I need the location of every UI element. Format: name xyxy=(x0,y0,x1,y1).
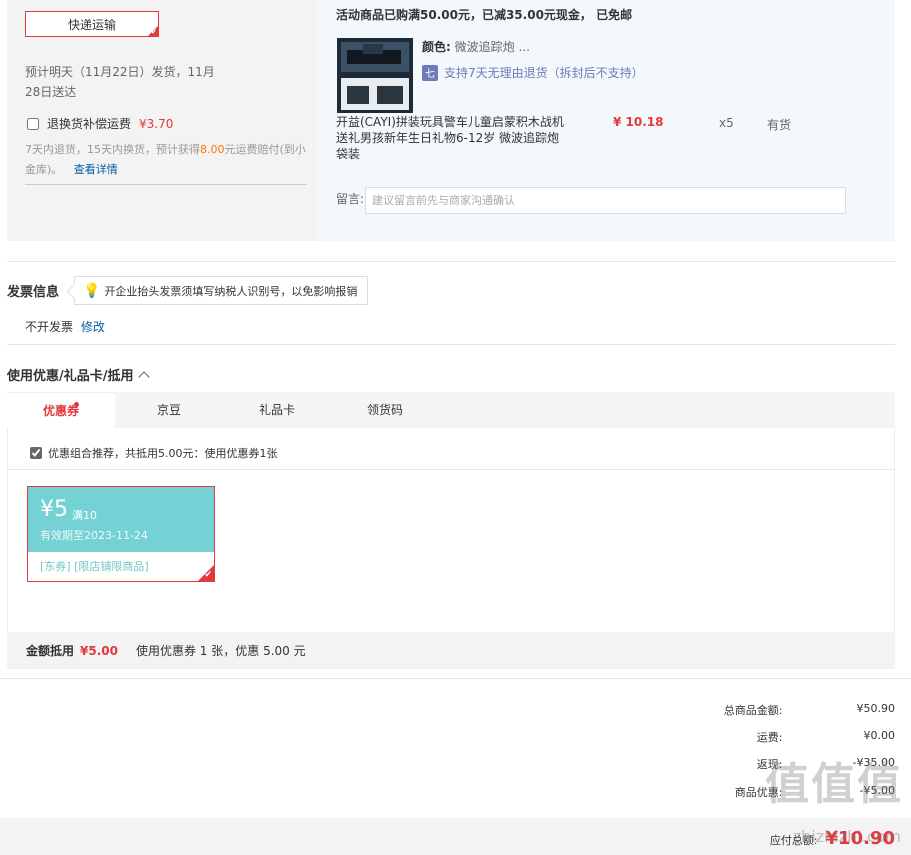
tab-gift-card-label: 礼品卡 xyxy=(258,403,295,417)
details-link[interactable]: 查看详情 xyxy=(74,163,118,176)
return-insurance-note: 7天内退货，15天内换货，预计获得8.00元运费赔付(到小金库)。 查看详情 xyxy=(25,140,310,180)
invoice-edit-link[interactable]: 修改 xyxy=(81,320,105,334)
delivery-eta: 预计明天（11月22日）发货，11月28日送达 xyxy=(25,65,215,99)
combo-recommend-text: 优惠组合推荐，共抵用5.00元：使用优惠券1张 xyxy=(48,447,278,460)
total-label: 商品优惠: xyxy=(734,786,783,799)
product-image xyxy=(337,38,413,113)
return-policy: 七 支持7天无理由退货（拆封后不支持） xyxy=(422,64,644,81)
check-icon: ✔ xyxy=(151,28,157,36)
total-label: 总商品金额: xyxy=(723,704,783,717)
product-color: 颜色: 微波追踪炮 ... xyxy=(422,38,530,55)
promo-text: 活动商品已购满50.00元，已减35.00元现金， 已免邮 xyxy=(336,8,633,22)
invoice-status-text: 不开发票 xyxy=(25,320,74,334)
total-row-shipping: 运费: ¥0.00 xyxy=(595,729,895,749)
coupon-card[interactable]: ¥5 满10 有效期至2023-11-24 [东券] [限店铺限商品] ✔ xyxy=(27,486,215,582)
discount-label: 金额抵用 xyxy=(26,644,75,658)
tab-coupon[interactable]: 优惠券 xyxy=(7,392,115,428)
total-value: ¥0.00 xyxy=(863,729,896,742)
return-insurance-price: ¥3.70 xyxy=(139,116,174,131)
divider xyxy=(7,344,895,345)
combo-recommend-option[interactable]: 优惠组合推荐，共抵用5.00元：使用优惠券1张 xyxy=(30,445,278,461)
return-note-prefix: 7天内退货，15天内换货，预计获得 xyxy=(25,143,200,156)
combo-recommend-checkbox[interactable] xyxy=(30,447,42,459)
shipping-method-button[interactable]: 快递运输 ✔ xyxy=(25,11,159,37)
return-insurance-option[interactable]: 退换货补偿运费 ¥3.70 xyxy=(27,115,173,132)
coupon-tags: [东券] [限店铺限商品] xyxy=(40,560,149,573)
coupon-section-toggle[interactable]: 使用优惠/礼品卡/抵用 xyxy=(7,365,150,384)
return-insurance-label: 退换货补偿运费 xyxy=(47,117,132,131)
discount-summary-amount: 金额抵用 ¥5.00 xyxy=(26,642,118,659)
invoice-title: 发票信息 xyxy=(7,285,60,300)
discount-value: ¥5.00 xyxy=(80,644,118,658)
notification-dot xyxy=(74,402,79,407)
tab-gift-card[interactable]: 礼品卡 xyxy=(223,392,331,428)
divider xyxy=(7,469,895,470)
color-label: 颜色: xyxy=(422,40,451,54)
tab-redeem-code-label: 领货码 xyxy=(366,403,403,417)
product-thumbnail[interactable] xyxy=(337,38,413,113)
invoice-tip: 💡 开企业抬头发票须填写纳税人识别号，以免影响报销 xyxy=(74,276,368,305)
total-value: ¥50.90 xyxy=(856,702,896,715)
message-label: 留言: xyxy=(336,192,365,206)
shipping-method-label: 快递运输 xyxy=(67,17,116,32)
product-quantity: x5 xyxy=(719,116,734,130)
coupon-amount: ¥5 xyxy=(40,497,68,522)
invoice-status: 不开发票 修改 xyxy=(25,318,105,335)
tab-redeem-code[interactable]: 领货码 xyxy=(331,392,439,428)
total-label: 返现: xyxy=(756,758,783,771)
divider xyxy=(7,261,895,262)
watermark-logo: 值值值 xyxy=(765,759,903,810)
coupon-section-title: 使用优惠/礼品卡/抵用 xyxy=(7,369,134,384)
divider xyxy=(0,678,911,679)
total-label: 运费: xyxy=(756,731,783,744)
return-insurance-checkbox[interactable] xyxy=(27,117,39,130)
coupon-card-header: ¥5 满10 有效期至2023-11-24 xyxy=(28,487,214,552)
total-row-goods: 总商品金额: ¥50.90 xyxy=(595,702,895,722)
check-icon: ✔ xyxy=(204,570,212,580)
seven-day-return-icon: 七 xyxy=(422,64,438,81)
divider xyxy=(25,184,307,185)
lightbulb-icon: 💡 xyxy=(83,282,101,299)
chevron-up-icon xyxy=(137,371,150,383)
invoice-tip-text: 开企业抬头发票须填写纳税人识别号，以免影响报销 xyxy=(104,284,358,298)
coupon-expiry: 有效期至2023-11-24 xyxy=(40,529,148,542)
tab-jd-beans-label: 京豆 xyxy=(156,403,181,417)
return-note-amount: 8.00 xyxy=(200,143,225,156)
return-policy-text: 支持7天无理由退货（拆封后不支持） xyxy=(444,66,644,80)
watermark-url: zhizhizhi.com xyxy=(792,827,901,846)
tab-jd-beans[interactable]: 京豆 xyxy=(115,392,223,428)
stock-status: 有货 xyxy=(767,118,792,132)
message-input[interactable] xyxy=(365,187,846,214)
product-price: ¥ 10.18 xyxy=(613,115,664,129)
discount-description: 使用优惠券 1 张，优惠 5.00 元 xyxy=(135,644,306,658)
discount-summary: 金额抵用 ¥5.00 使用优惠券 1 张，优惠 5.00 元 xyxy=(7,632,895,669)
coupon-condition: 满10 xyxy=(72,509,97,522)
color-value: 微波追踪炮 ... xyxy=(454,40,530,54)
product-name[interactable]: 开益(CAYI)拼装玩具警车儿童启蒙积木战机送礼男孩新年生日礼物6-12岁 微波… xyxy=(336,114,566,162)
